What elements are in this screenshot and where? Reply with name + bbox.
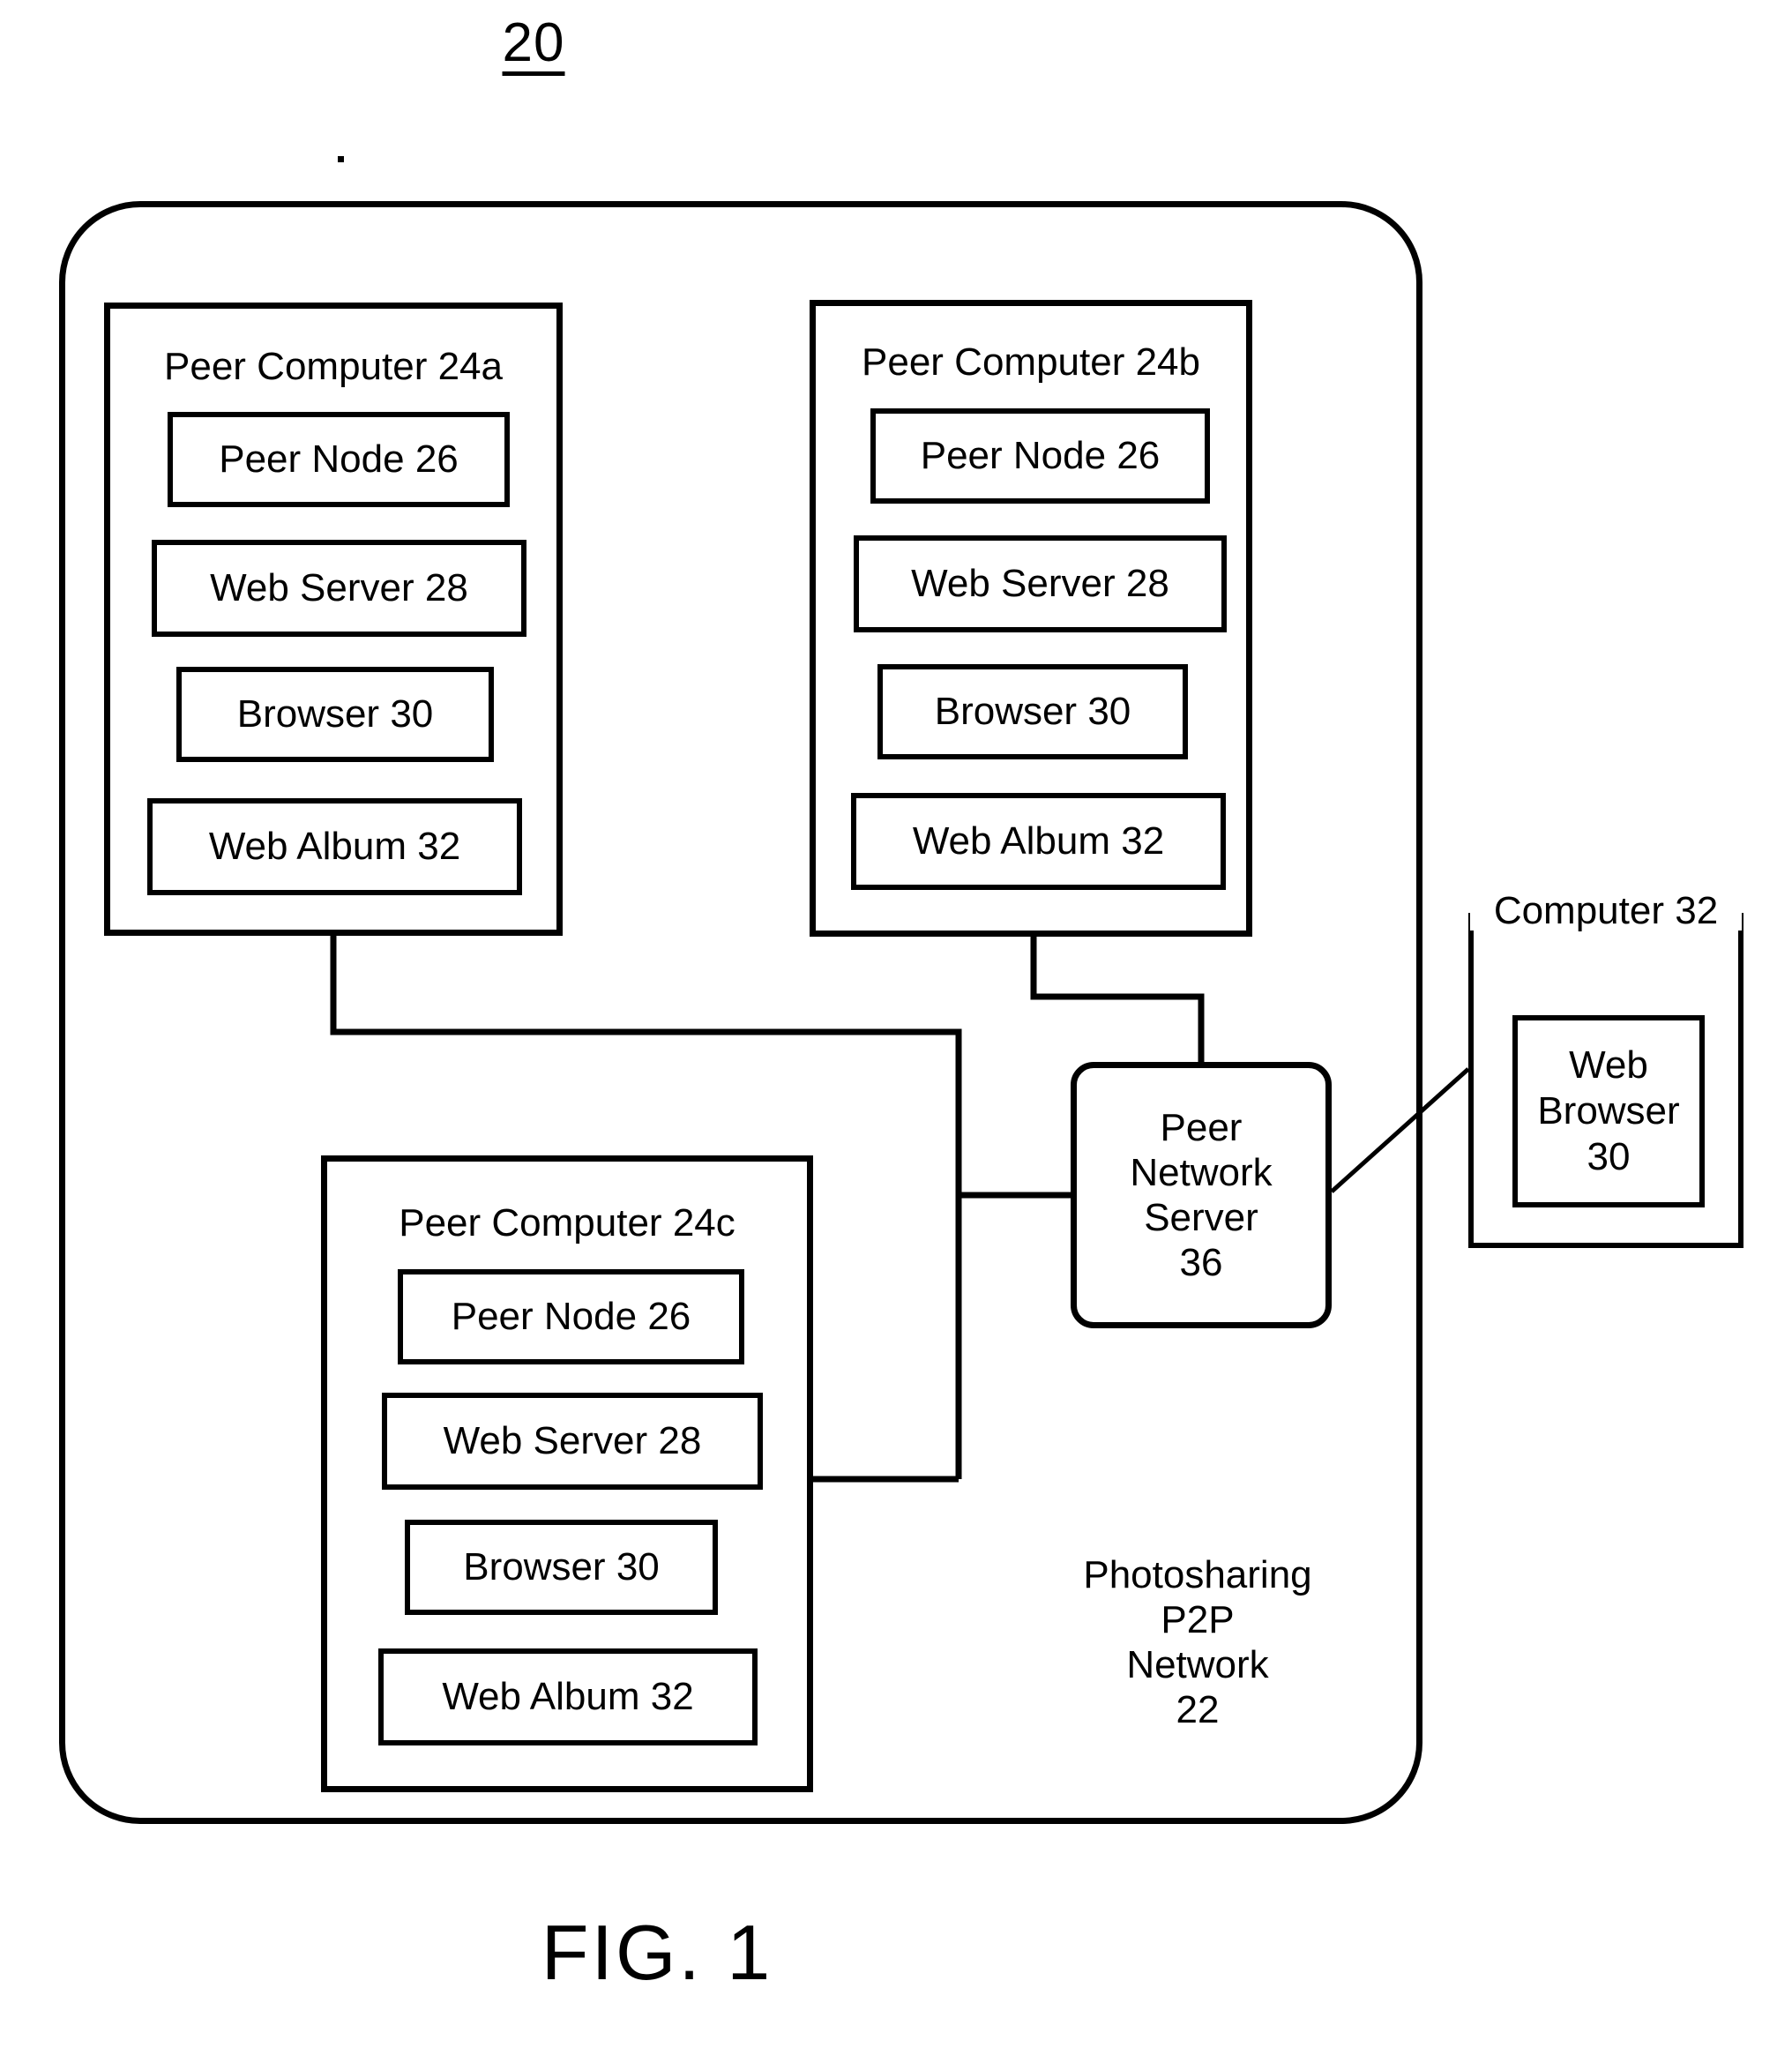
peer-computer-24b[interactable]: Peer Computer 24b Peer Node 26 Web Serve… [810,300,1252,937]
network-caption-line-1: Photosharing [1083,1553,1312,1596]
web-server-module-24a-label: Web Server 28 [210,566,468,609]
web-server-module-24c-label: Web Server 28 [443,1419,702,1462]
peer-computer-24a[interactable]: Peer Computer 24a Peer Node 26 Web Serve… [104,303,563,936]
web-browser-line-1: Web [1569,1043,1648,1088]
browser-module-24c[interactable]: Browser 30 [405,1520,718,1615]
web-album-module-24a[interactable]: Web Album 32 [147,798,522,895]
peer-node-module-24c-label: Peer Node 26 [451,1295,691,1338]
peer-computer-24c[interactable]: Peer Computer 24c Peer Node 26 Web Serve… [321,1155,813,1792]
web-album-module-24c-label: Web Album 32 [442,1675,694,1718]
peer-network-server-line-3: Server [1144,1196,1258,1239]
peer-node-module-24a-label: Peer Node 26 [219,437,459,481]
figure-reference-numeral: 20 [502,12,565,73]
network-caption-reference-numeral: 22 [1176,1688,1220,1732]
browser-module-24b-label: Browser 30 [934,690,1131,733]
peer-network-server-line-1: Peer [1160,1105,1243,1149]
web-server-module-24b-label: Web Server 28 [911,562,1169,605]
web-album-module-24b[interactable]: Web Album 32 [851,793,1226,890]
peer-network-server[interactable]: Peer Network Server 36 [1071,1062,1332,1328]
peer-computer-24a-title: Peer Computer 24a [164,345,503,388]
network-caption-line-2: P2P [1161,1598,1235,1642]
peer-node-module-24b-label: Peer Node 26 [920,434,1161,477]
web-album-module-24b-label: Web Album 32 [912,819,1165,863]
browser-module-24a[interactable]: Browser 30 [176,667,494,762]
web-album-module-24c[interactable]: Web Album 32 [378,1648,758,1745]
browser-module-24a-label: Browser 30 [236,692,434,736]
peer-node-module-24a[interactable]: Peer Node 26 [168,412,510,507]
network-caption-line-3: Network [1126,1643,1269,1687]
external-computer-32[interactable]: Computer 32 Web Browser 30 [1468,892,1743,1248]
external-computer-32-title: Computer 32 [1470,892,1742,931]
web-server-module-24a[interactable]: Web Server 28 [152,540,526,637]
web-album-module-24a-label: Web Album 32 [208,825,461,868]
peer-network-server-reference-numeral: 36 [1179,1241,1223,1285]
web-browser-line-2: Browser [1537,1089,1680,1133]
photosharing-network-caption: Photosharing P2P Network 22 [1052,1552,1343,1732]
peer-computer-24b-title: Peer Computer 24b [862,340,1200,384]
patent-figure: 20 Peer Computer 24a Peer Node 26 Web Se… [0,0,1792,2063]
peer-network-server-line-2: Network [1130,1150,1273,1194]
web-browser-module-30[interactable]: Web Browser 30 [1512,1015,1705,1207]
web-browser-reference-numeral: 30 [1587,1134,1631,1178]
browser-module-24c-label: Browser 30 [463,1545,660,1588]
ink-speck [338,156,344,162]
peer-node-module-24b[interactable]: Peer Node 26 [870,408,1210,504]
figure-caption: FIG. 1 [541,1909,773,1996]
web-server-module-24b[interactable]: Web Server 28 [854,535,1227,632]
peer-computer-24c-title: Peer Computer 24c [399,1201,735,1245]
web-server-module-24c[interactable]: Web Server 28 [382,1393,763,1490]
peer-node-module-24c[interactable]: Peer Node 26 [398,1269,744,1364]
browser-module-24b[interactable]: Browser 30 [877,664,1188,759]
